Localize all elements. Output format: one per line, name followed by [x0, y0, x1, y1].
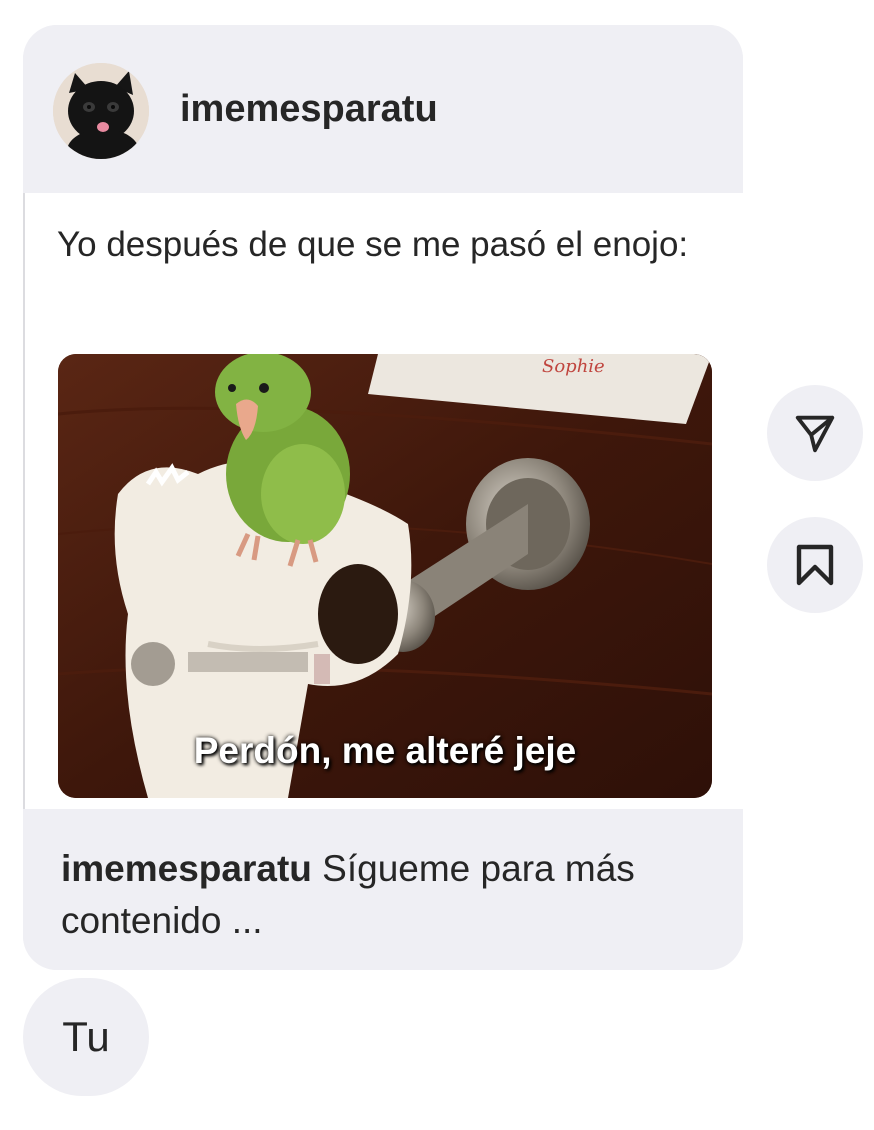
- reply-text: Tu: [62, 1013, 110, 1060]
- share-button[interactable]: [767, 385, 863, 481]
- meme-caption: Perdón, me alteré jeje: [193, 730, 577, 771]
- bookmark-icon: [796, 544, 834, 586]
- shared-post-card[interactable]: imemesparatu Yo después de que se me pas…: [23, 25, 743, 970]
- meme-image[interactable]: Sophie Perdón, me alteré jeje: [58, 354, 712, 798]
- footer-username[interactable]: imemesparatu: [61, 848, 312, 889]
- save-button[interactable]: [767, 517, 863, 613]
- avatar[interactable]: [53, 63, 149, 159]
- post-footer[interactable]: imemesparatu Sígueme para más contenido …: [23, 809, 743, 970]
- post-text: Yo después de que se me pasó el enojo:: [57, 225, 689, 264]
- post-body: Yo después de que se me pasó el enojo: S…: [23, 193, 743, 809]
- footer-text: imemesparatu Sígueme para más contenido …: [61, 843, 701, 947]
- reply-message-bubble[interactable]: Tu: [23, 978, 149, 1096]
- post-header[interactable]: imemesparatu: [23, 25, 743, 193]
- send-icon: [795, 415, 835, 453]
- note-text: Sophie: [542, 356, 605, 377]
- black-cat-avatar-icon: [53, 63, 149, 159]
- post-username[interactable]: imemesparatu: [180, 85, 438, 133]
